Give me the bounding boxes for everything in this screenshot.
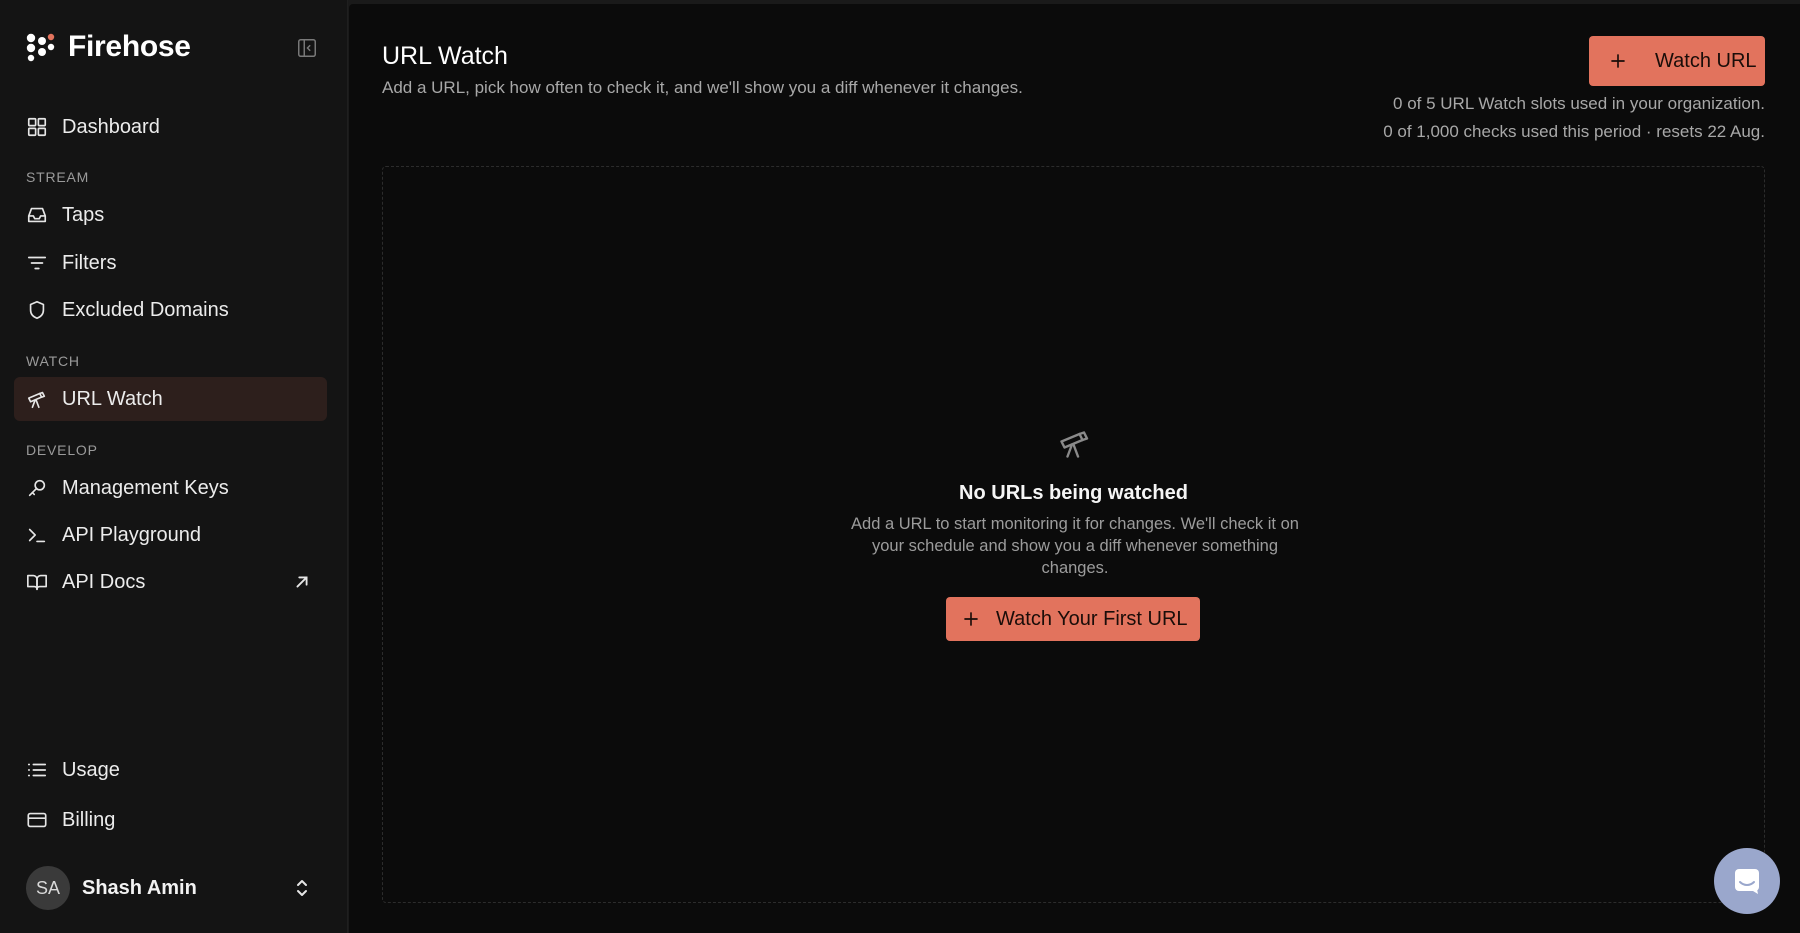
sidebar-item-api-docs[interactable]: API Docs — [14, 560, 327, 604]
watch-first-url-label: Watch Your First URL — [996, 607, 1188, 630]
checks-usage-text: 0 of 1,000 checks used this period · res… — [1383, 122, 1765, 141]
chat-icon — [1735, 869, 1759, 894]
brand[interactable]: Firehose — [24, 30, 191, 64]
page-subtitle: Add a URL, pick how often to check it, a… — [382, 78, 1023, 97]
avatar: SA — [26, 866, 70, 910]
sidebar-item-label: URL Watch — [62, 387, 163, 410]
sidebar-collapse-icon[interactable] — [295, 36, 319, 60]
telescope-icon — [1060, 431, 1089, 458]
watch-url-label: Watch URL — [1655, 49, 1757, 72]
sidebar-item-taps[interactable]: Taps — [14, 193, 327, 237]
sidebar-item-label: API Playground — [62, 523, 201, 546]
main-content: URL Watch Add a URL, pick how often to c… — [349, 4, 1800, 933]
key-icon — [26, 477, 48, 499]
sidebar-item-api-playground[interactable]: API Playground — [14, 513, 327, 557]
empty-state-title: No URLs being watched — [959, 482, 1188, 504]
shield-icon — [26, 299, 48, 321]
brand-name: Firehose — [68, 30, 191, 63]
sidebar-item-label: Excluded Domains — [62, 298, 229, 321]
sidebar-item-usage[interactable]: Usage — [14, 748, 327, 792]
chevrons-up-down-icon — [297, 880, 307, 896]
sidebar-item-filters[interactable]: Filters — [14, 241, 327, 285]
chat-launcher[interactable] — [1714, 848, 1780, 914]
user-menu[interactable]: SA Shash Amin — [26, 865, 324, 911]
arrow-up-right-icon — [296, 576, 308, 588]
inbox-icon — [26, 204, 48, 226]
firehose-logo — [26, 33, 55, 62]
empty-state-description: Add a URL to start monitoring it for cha… — [851, 515, 1299, 577]
sidebar: Firehose Dashboard STREAM Taps Filters E… — [0, 0, 348, 933]
page-title: URL Watch — [382, 42, 508, 70]
plus-icon — [1611, 54, 1625, 68]
sidebar-item-dashboard[interactable]: Dashboard — [14, 105, 327, 149]
sidebar-item-url-watch[interactable]: URL Watch — [14, 377, 327, 421]
watch-url-button[interactable]: Watch URL — [1589, 36, 1765, 86]
sidebar-item-label: Filters — [62, 251, 117, 274]
sidebar-item-label: Billing — [62, 808, 116, 831]
user-name: Shash Amin — [82, 876, 197, 899]
plus-icon — [964, 612, 978, 626]
slots-usage-text: 0 of 5 URL Watch slots used in your orga… — [1393, 94, 1765, 113]
sidebar-item-label: API Docs — [62, 570, 146, 593]
sidebar-item-billing[interactable]: Billing — [14, 798, 327, 842]
book-icon — [26, 571, 48, 593]
section-label-develop: DEVELOP — [26, 442, 98, 458]
terminal-icon — [26, 524, 48, 546]
sidebar-item-label: Usage — [62, 758, 120, 781]
credit-card-icon — [26, 809, 48, 831]
section-label-watch: WATCH — [26, 353, 80, 369]
sidebar-item-label: Dashboard — [62, 115, 160, 138]
filter-lines-icon — [26, 252, 48, 274]
sidebar-item-management-keys[interactable]: Management Keys — [14, 466, 327, 510]
watch-first-url-button[interactable]: Watch Your First URL — [946, 597, 1200, 641]
list-icon — [26, 759, 48, 781]
telescope-icon — [26, 388, 48, 410]
sidebar-item-label: Taps — [62, 203, 105, 226]
empty-state: No URLs being watched Add a URL to start… — [382, 166, 1765, 903]
section-label-stream: STREAM — [26, 169, 90, 185]
sidebar-item-label: Management Keys — [62, 476, 229, 499]
sidebar-item-excluded-domains[interactable]: Excluded Domains — [14, 288, 327, 332]
grid-icon — [26, 116, 48, 138]
